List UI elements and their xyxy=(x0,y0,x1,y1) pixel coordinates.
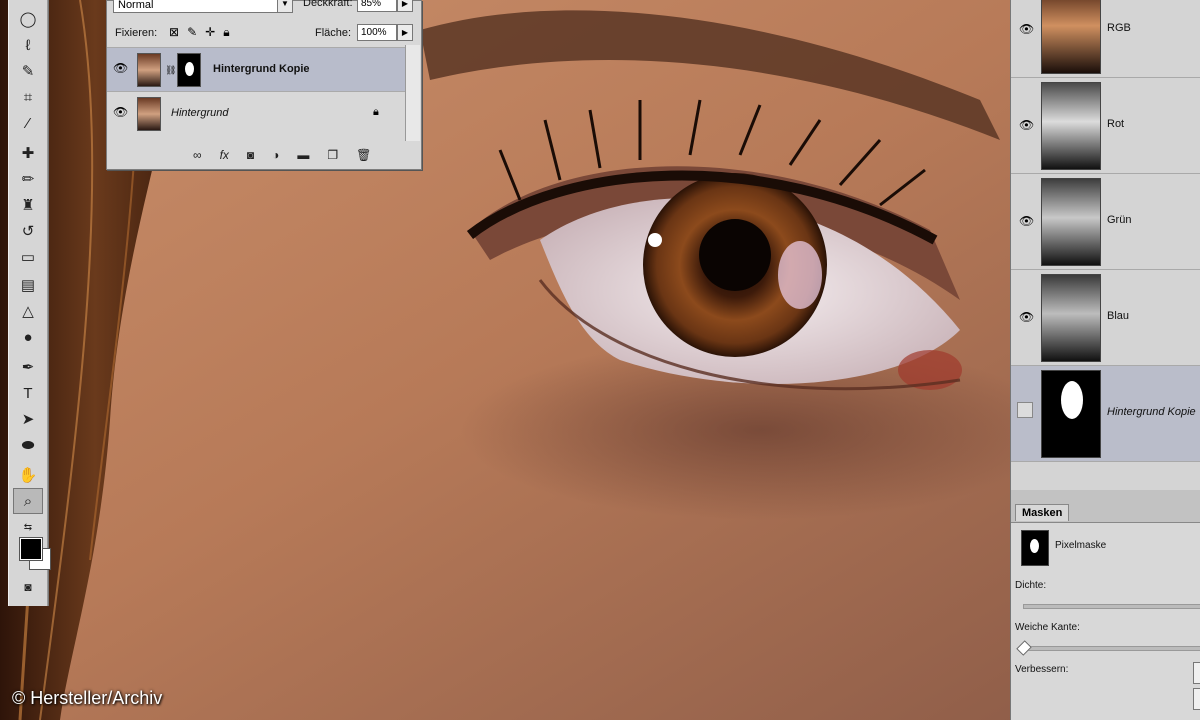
eraser-tool-icon[interactable]: ▭ xyxy=(13,244,43,270)
feather-label: Weiche Kante: xyxy=(1015,622,1080,633)
new-group-icon[interactable]: ▬ xyxy=(297,148,309,162)
channel-thumbnail xyxy=(1041,0,1101,74)
feather-slider[interactable] xyxy=(1023,646,1200,651)
elliptical-marquee-tool-icon[interactable]: ◯ xyxy=(13,6,43,32)
delete-layer-icon[interactable]: 🗑︎ xyxy=(356,148,371,162)
eye-icon[interactable]: 👁︎ xyxy=(113,61,128,75)
channel-row-rgb[interactable]: 👁︎ RGB xyxy=(1011,0,1200,78)
mask-edge-button[interactable] xyxy=(1193,662,1200,684)
layers-panel: Normal ▼ Deckkraft: 85% ▶ Fixieren: ⊠ ✎ … xyxy=(106,0,422,170)
lock-all-icon[interactable]: 🔒︎ xyxy=(223,25,229,40)
lasso-tool-icon[interactable]: ℓ xyxy=(13,32,43,58)
density-label: Dichte: xyxy=(1015,580,1047,591)
layer-row-hintergrund[interactable]: 👁︎ Hintergrund 🔒︎ xyxy=(107,91,405,135)
lock-icon: 🔒︎ xyxy=(373,106,379,118)
channel-row-hintergrund-kopie-mask[interactable]: Hintergrund Kopie xyxy=(1011,366,1200,462)
channel-name: RGB xyxy=(1107,22,1131,34)
tools-panel: ◯ ℓ ✎ ⌗ ⁄ ✚ ✏ ♜ ↺ ▭ ▤ △ ● ✒ T ➤ ⬬ ✋ ⌕ ⇆ … xyxy=(8,0,51,606)
masks-tab-bar: Masken xyxy=(1011,490,1200,523)
gradient-tool-icon[interactable]: ▤ xyxy=(13,272,43,298)
layers-bottom-toolbar: ∞ fx ◙ ◑ ▬ ❐ 🗑︎ xyxy=(193,148,371,162)
eye-icon[interactable]: 👁︎ xyxy=(113,105,128,119)
lock-transparent-pixels-icon[interactable]: ⊠ xyxy=(169,25,179,40)
tab-masken[interactable]: Masken xyxy=(1015,504,1070,521)
layer-name[interactable]: Hintergrund Kopie xyxy=(213,63,310,75)
layer-thumbnail xyxy=(137,53,161,87)
channel-name: Hintergrund Kopie xyxy=(1107,406,1196,418)
quick-mask-icon[interactable]: ◙ xyxy=(13,574,43,600)
channel-name: Grün xyxy=(1107,214,1132,226)
channel-row-blau[interactable]: 👁︎ Blau xyxy=(1011,270,1200,366)
lock-label: Fixieren: xyxy=(115,27,158,39)
channel-thumbnail xyxy=(1041,274,1101,362)
lock-options: ⊠ ✎ ✛ 🔒︎ xyxy=(169,25,230,40)
path-selection-tool-icon[interactable]: ➤ xyxy=(13,406,43,432)
healing-brush-tool-icon[interactable]: ✚ xyxy=(13,140,43,166)
add-mask-icon[interactable]: ◙ xyxy=(247,148,254,162)
fill-field[interactable]: 100% xyxy=(357,24,397,41)
density-slider[interactable] xyxy=(1023,604,1200,609)
copyright-watermark: © Hersteller/Archiv xyxy=(12,688,163,708)
eye-icon[interactable]: 👁︎ xyxy=(1019,310,1034,324)
layer-mask-thumbnail[interactable] xyxy=(177,53,201,87)
opacity-field[interactable]: 85% xyxy=(357,0,397,12)
channel-row-rot[interactable]: 👁︎ Rot xyxy=(1011,78,1200,174)
new-layer-icon[interactable]: ❐ xyxy=(327,148,338,162)
lock-position-icon[interactable]: ✛ xyxy=(205,25,215,40)
channel-name: Rot xyxy=(1107,118,1125,130)
layer-row-hintergrund-kopie[interactable]: 👁︎ ⛓ Hintergrund Kopie xyxy=(107,47,405,91)
clone-stamp-tool-icon[interactable]: ♜ xyxy=(13,192,43,218)
eye-icon[interactable]: 👁︎ xyxy=(1019,118,1034,132)
refine-label: Verbessern: xyxy=(1015,664,1069,675)
chevron-down-icon[interactable]: ▼ xyxy=(277,0,293,13)
eyedropper-tool-icon[interactable]: ⁄ xyxy=(13,110,43,136)
eye-icon[interactable]: 👁︎ xyxy=(1019,22,1034,36)
fill-label: Fläche: xyxy=(315,27,352,39)
crop-tool-icon[interactable]: ⌗ xyxy=(13,84,43,110)
brush-tool-icon[interactable]: ✏ xyxy=(13,166,43,192)
channel-thumbnail xyxy=(1041,178,1101,266)
link-layers-icon[interactable]: ∞ xyxy=(193,148,202,162)
masks-panel: Masken Pixelmaske Dichte: Weiche Kante: … xyxy=(1010,490,1200,720)
visibility-toggle[interactable] xyxy=(1017,402,1033,418)
eye-icon[interactable]: 👁︎ xyxy=(1019,214,1034,228)
quick-selection-tool-icon[interactable]: ✎ xyxy=(13,58,43,84)
opacity-label: Deckkraft: xyxy=(303,0,353,9)
color-range-button[interactable] xyxy=(1193,688,1200,710)
layer-name[interactable]: Hintergrund xyxy=(171,107,228,119)
adjustment-layer-icon[interactable]: ◑ xyxy=(272,148,279,162)
pixel-mask-label: Pixelmaske xyxy=(1055,540,1107,551)
channel-thumbnail xyxy=(1041,82,1101,170)
swap-colors-icon[interactable]: ⇆ xyxy=(13,514,43,540)
layer-thumbnail xyxy=(137,97,161,131)
type-tool-icon[interactable]: T xyxy=(13,380,43,406)
pen-tool-icon[interactable]: ✒ xyxy=(13,354,43,380)
blend-mode-select[interactable]: Normal xyxy=(113,0,283,13)
fill-slider-arrow-icon[interactable]: ▶ xyxy=(397,24,413,41)
foreground-color-swatch[interactable] xyxy=(19,537,43,561)
history-brush-tool-icon[interactable]: ↺ xyxy=(13,218,43,244)
channel-mask-thumbnail xyxy=(1041,370,1101,458)
channels-panel: 👁︎ RGB 👁︎ Rot 👁︎ Grün 👁︎ Blau Hintergrun… xyxy=(1010,0,1200,490)
lock-image-pixels-icon[interactable]: ✎ xyxy=(187,25,197,40)
feather-slider-thumb[interactable] xyxy=(1016,640,1032,656)
layer-style-fx-icon[interactable]: fx xyxy=(220,148,229,162)
layers-scrollbar[interactable] xyxy=(405,45,420,141)
blur-tool-icon[interactable]: △ xyxy=(13,298,43,324)
channel-row-gruen[interactable]: 👁︎ Grün xyxy=(1011,174,1200,270)
ellipse-tool-icon[interactable]: ⬬ xyxy=(13,432,43,458)
channel-name: Blau xyxy=(1107,310,1130,322)
pixel-mask-icon[interactable] xyxy=(1021,530,1049,566)
zoom-tool-icon[interactable]: ⌕ xyxy=(13,488,43,514)
dodge-tool-icon[interactable]: ● xyxy=(13,324,43,350)
hand-tool-icon[interactable]: ✋ xyxy=(13,462,43,488)
chain-link-icon[interactable]: ⛓ xyxy=(165,65,176,76)
opacity-slider-arrow-icon[interactable]: ▶ xyxy=(397,0,413,12)
